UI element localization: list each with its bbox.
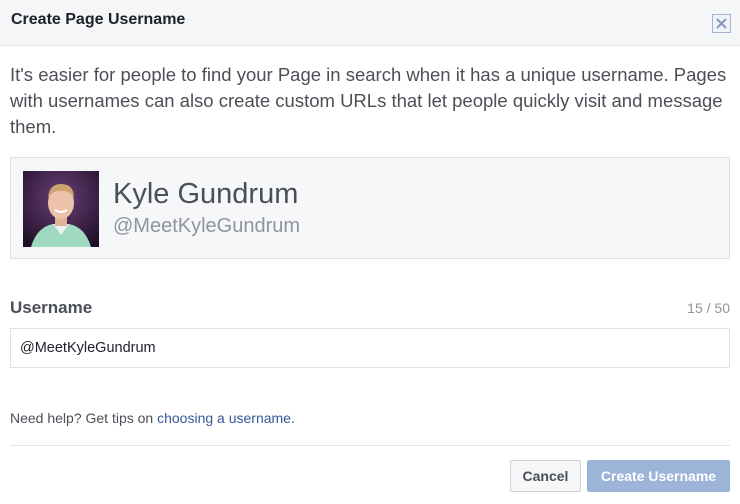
help-prefix: Need help? Get tips on: [10, 410, 158, 426]
dialog-header: Create Page Username: [0, 0, 740, 46]
footer-divider: [10, 445, 730, 446]
help-text: Need help? Get tips on choosing a userna…: [10, 410, 295, 426]
help-suffix: .: [290, 410, 295, 426]
page-name: Kyle Gundrum: [113, 178, 299, 210]
close-icon: [716, 18, 727, 29]
username-label: Username: [10, 298, 93, 317]
character-counter: 15 / 50: [687, 300, 730, 316]
close-button[interactable]: [712, 14, 731, 33]
page-preview-card: Kyle Gundrum @MeetKyleGundrum: [10, 157, 730, 259]
username-input[interactable]: [10, 328, 730, 368]
dialog-title: Create Page Username: [11, 11, 186, 28]
cancel-button[interactable]: Cancel: [510, 460, 581, 492]
page-handle: @MeetKyleGundrum: [113, 215, 301, 237]
choosing-username-link[interactable]: choosing a username: [157, 410, 291, 426]
dialog-description: It's easier for people to find your Page…: [10, 64, 727, 137]
create-username-button[interactable]: Create Username: [587, 460, 730, 492]
avatar: [23, 171, 99, 247]
